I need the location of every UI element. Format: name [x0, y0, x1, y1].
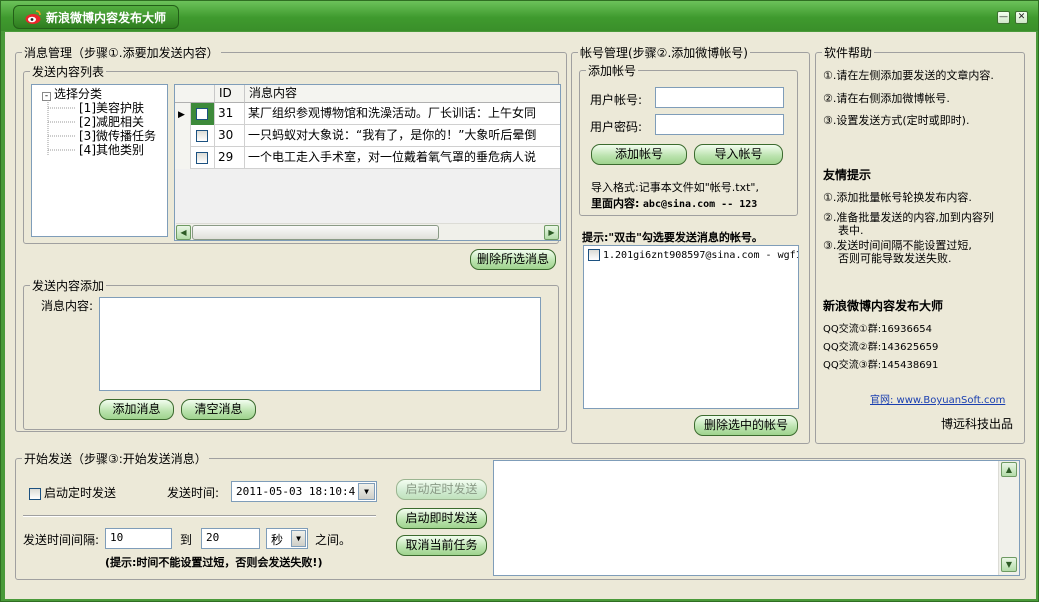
clear-message-button[interactable]: 清空消息: [181, 399, 256, 420]
interval-unit-select[interactable]: 秒 ▼: [266, 528, 308, 549]
scroll-left-icon[interactable]: ◀: [176, 225, 191, 240]
password-label: 用户密码:: [590, 120, 643, 134]
account-tip: 提示:"双击"勾选要发送消息的帐号。: [582, 231, 763, 244]
import-account-button[interactable]: 导入帐号: [694, 144, 783, 165]
send-log[interactable]: [493, 460, 1020, 576]
to-label: 到: [180, 533, 193, 547]
send-time-label: 发送时间:: [167, 486, 220, 500]
tip-line-1: ①.添加批量帐号轮换发布内容.: [823, 191, 972, 204]
send-list-legend: 发送内容列表: [32, 65, 105, 79]
grid-header-content[interactable]: 消息内容: [245, 85, 560, 103]
delete-selected-messages-button[interactable]: 删除所选消息: [470, 249, 556, 270]
table-row[interactable]: 29 一个电工走入手术室，对一位戴着氧气罩的垂危病人说: [175, 147, 560, 169]
qq-group-3: QQ交流③群:145438691: [823, 360, 939, 371]
close-button[interactable]: ✕: [1015, 11, 1028, 24]
cancel-task-button[interactable]: 取消当前任务: [396, 535, 487, 556]
row-selector-icon: ▶: [175, 103, 191, 125]
interval-to-input[interactable]: 20: [201, 528, 260, 549]
row-content: 一个电工走入手术室，对一位戴着氧气罩的垂危病人说: [245, 147, 560, 169]
timed-send-option[interactable]: 启动定时发送: [29, 484, 116, 501]
scroll-up-icon[interactable]: ▲: [1001, 462, 1017, 477]
grid-corner-header: [175, 85, 215, 103]
send-time-picker[interactable]: 2011-05-03 18:10:4 ▼: [231, 481, 377, 502]
tips-title: 友情提示: [823, 168, 872, 182]
start-instant-send-button[interactable]: 启动即时发送: [396, 508, 487, 529]
client-area: 消息管理（步骤①.添要加发送内容） 发送内容列表 - 选择分类 [1]美容护肤 […: [5, 32, 1036, 599]
website-link[interactable]: 官网: www.BoyuanSoft.com: [870, 391, 1005, 406]
row-selector: [175, 125, 191, 147]
row-id: 30: [215, 125, 245, 147]
add-content-legend: 发送内容添加: [32, 279, 105, 293]
horizontal-scrollbar[interactable]: ◀ ▶: [176, 223, 560, 240]
window-title: 新浪微博内容发布大师: [46, 10, 167, 25]
weibo-logo-icon: [25, 10, 41, 24]
scroll-right-icon[interactable]: ▶: [544, 225, 559, 240]
list-item[interactable]: 1.201gi6znt908597@sina.com - wgf1: [588, 249, 798, 261]
message-grid[interactable]: ID 消息内容 ▶ 31 某厂组织参观博物馆和洗澡活动。厂长训话：上午女同 30…: [174, 84, 561, 241]
grid-header-id[interactable]: ID: [215, 85, 245, 103]
timed-send-checkbox[interactable]: [29, 487, 41, 500]
qq-group-1: QQ交流①群:16936654: [823, 324, 932, 335]
tip-line-3b: 否则可能导致发送失败.: [838, 252, 952, 265]
start-send-legend: 开始发送（步骤③:开始发送消息）: [24, 452, 207, 466]
account-management-legend: 帐号管理(步骤②.添加微博帐号): [580, 46, 748, 60]
title-tab: 新浪微博内容发布大师: [13, 5, 179, 29]
between-label: 之间。: [315, 533, 352, 547]
add-account-button[interactable]: 添加帐号: [591, 144, 687, 165]
row-id: 29: [215, 147, 245, 169]
add-message-button[interactable]: 添加消息: [99, 399, 174, 420]
help-line-2: ②.请在右侧添加微博帐号.: [823, 92, 950, 105]
add-account-legend: 添加帐号: [588, 64, 637, 78]
scroll-thumb[interactable]: [192, 225, 439, 240]
account-checkbox[interactable]: [588, 249, 600, 261]
username-label: 用户帐号:: [590, 93, 643, 107]
password-input[interactable]: [655, 114, 784, 135]
scroll-down-icon[interactable]: ▼: [1001, 557, 1017, 572]
row-content: 一只蚂蚁对大象说：“我有了，是你的！”大象听后晕倒: [245, 125, 560, 147]
qq-group-2: QQ交流②群:143625659: [823, 342, 939, 353]
row-checkbox[interactable]: [191, 125, 215, 147]
import-format-hint: 导入格式:记事本文件如"帐号.txt",: [591, 181, 759, 194]
category-tree[interactable]: - 选择分类 [1]美容护肤 [2]减肥相关 [3]微传播任务 [4]其他类别: [31, 84, 168, 237]
help-legend: 软件帮助: [824, 46, 873, 60]
dropdown-arrow-icon[interactable]: ▼: [358, 483, 375, 500]
interval-warning: (提示:时间不能设置过短，否则会发送失败!): [105, 556, 323, 569]
table-row[interactable]: ▶ 31 某厂组织参观博物馆和洗澡活动。厂长训话：上午女同: [175, 103, 560, 125]
row-checkbox[interactable]: [191, 147, 215, 169]
main-window: 新浪微博内容发布大师 — ✕ 消息管理（步骤①.添要加发送内容） 发送内容列表 …: [0, 0, 1039, 602]
interval-from-input[interactable]: 10: [105, 528, 172, 549]
tip-line-2b: 表中.: [838, 224, 864, 237]
row-selector: [175, 147, 191, 169]
account-list[interactable]: 1.201gi6znt908597@sina.com - wgf1: [583, 245, 799, 409]
divider: [23, 515, 376, 517]
interval-label: 发送时间间隔:: [23, 533, 100, 547]
start-timed-send-button[interactable]: 启动定时发送: [396, 479, 487, 500]
log-vertical-scrollbar[interactable]: ▲ ▼: [998, 461, 1019, 575]
help-line-3: ③.设置发送方式(定时或即时).: [823, 114, 970, 127]
help-line-1: ①.请在左侧添加要发送的文章内容.: [823, 69, 994, 82]
row-content: 某厂组织参观博物馆和洗澡活动。厂长训话：上午女同: [245, 103, 560, 125]
message-management-legend: 消息管理（步骤①.添要加发送内容）: [24, 46, 219, 60]
title-bar: 新浪微博内容发布大师 — ✕: [1, 1, 1038, 31]
row-id: 31: [215, 103, 245, 125]
username-input[interactable]: [655, 87, 784, 108]
maker-label: 博远科技出品: [941, 417, 1014, 431]
table-row[interactable]: 30 一只蚂蚁对大象说：“我有了，是你的！”大象听后晕倒: [175, 125, 560, 147]
import-content-hint: 里面内容: abc@sina.com -- 123: [591, 197, 758, 210]
dropdown-arrow-icon[interactable]: ▼: [291, 530, 306, 547]
row-checkbox[interactable]: [191, 103, 215, 125]
minimize-button[interactable]: —: [997, 11, 1010, 24]
product-name: 新浪微博内容发布大师: [823, 299, 944, 313]
content-label: 消息内容:: [41, 299, 94, 313]
delete-selected-accounts-button[interactable]: 删除选中的帐号: [694, 415, 798, 436]
content-textarea[interactable]: [99, 297, 541, 391]
tree-lines: [47, 100, 76, 155]
